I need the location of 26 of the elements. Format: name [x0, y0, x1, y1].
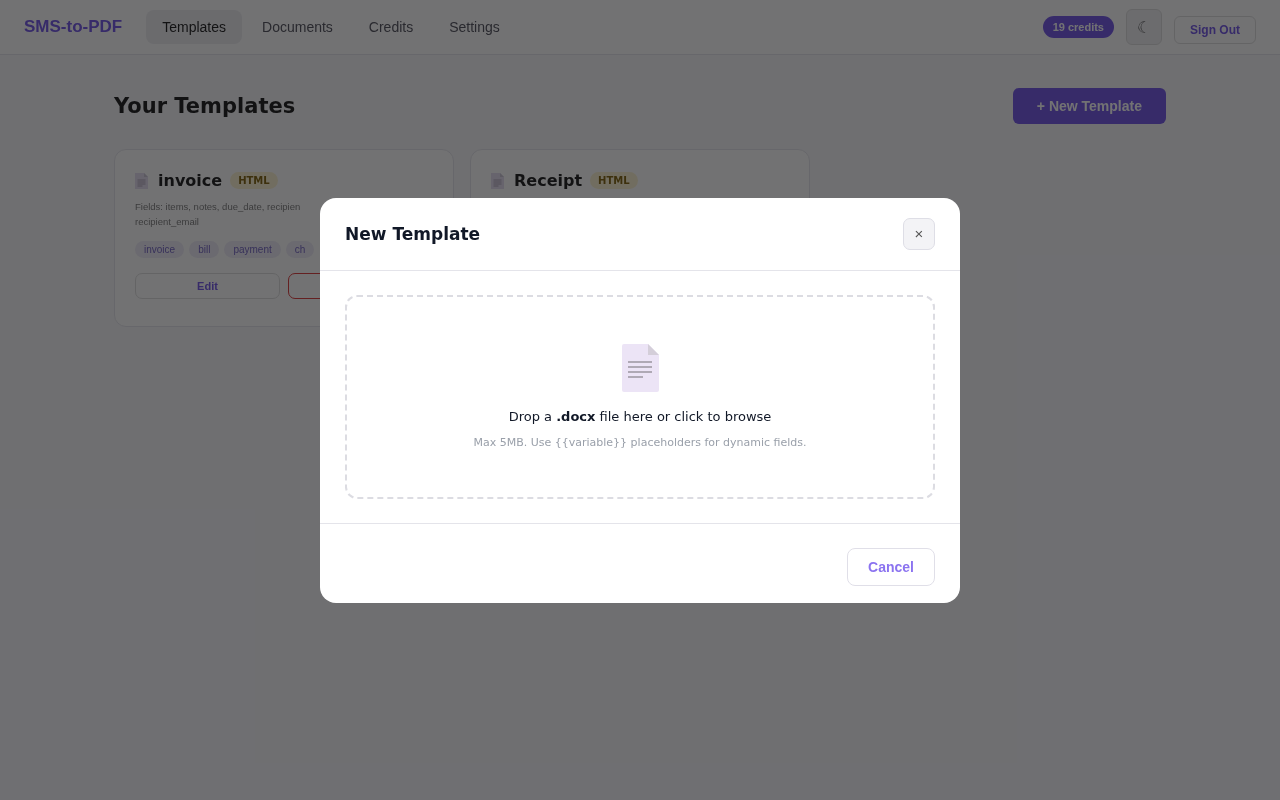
sign-out-button[interactable]: Sign Out [1174, 16, 1256, 44]
upload-hint: Max 5MB. Use {{variable}} placeholders for dynamic fields. [473, 436, 807, 449]
document-icon [491, 172, 504, 189]
keyword-tag: bill [189, 241, 220, 258]
format-tag: HTML [590, 172, 638, 189]
format-tag: HTML [230, 172, 278, 189]
theme-toggle-button[interactable]: ☾ [1126, 9, 1162, 45]
app-logo[interactable]: SMS-to-PDF [24, 17, 123, 37]
keyword-tag: invoice [135, 241, 185, 258]
document-icon [135, 172, 148, 189]
nav-tab[interactable]: Documents [246, 10, 349, 44]
cancel-button[interactable]: Cancel [847, 547, 935, 586]
file-drop-zone[interactable]: Drop a .docx file here or click to browse Max 5MB. Use {{variable}} placeholders for dynamic fields. [345, 294, 935, 499]
nav-tab[interactable]: Settings [433, 10, 516, 44]
close-button[interactable]: × [903, 217, 935, 250]
nav-tab[interactable]: Templates [146, 10, 243, 44]
page-title: Your Templates [114, 94, 296, 118]
edit-button[interactable]: Edit [135, 273, 280, 299]
template-name: invoice [158, 171, 223, 190]
drop-instruction: Drop a .docx file here or click to browse [508, 409, 772, 424]
nav-tab[interactable]: Credits [352, 10, 430, 44]
credits-badge: 19 credits [1042, 16, 1114, 38]
dialog-title: New Template [345, 223, 481, 244]
new-template-button[interactable]: + New Template [1012, 88, 1166, 124]
template-name: Receipt [514, 171, 583, 190]
document-icon [621, 344, 659, 392]
